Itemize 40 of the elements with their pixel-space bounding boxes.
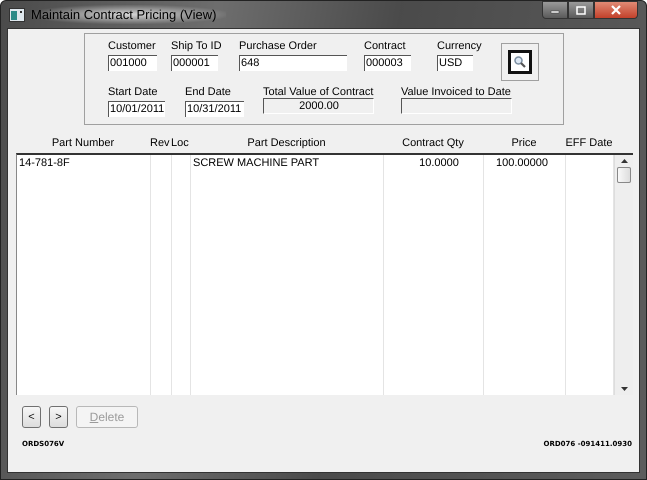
field-label: Contract: [364, 39, 406, 53]
field-label: Purchase Order: [239, 39, 317, 53]
field-label: Ship To ID: [171, 39, 222, 53]
table-cell: SCREW MACHINE PART: [193, 157, 320, 169]
field-label: Currency: [437, 39, 482, 53]
input-field[interactable]: 001000: [108, 55, 157, 71]
field-label: Total Value of Contract: [263, 85, 374, 99]
minimize-button[interactable]: [542, 1, 568, 19]
window-title: Maintain Contract Pricing (View): [31, 5, 226, 24]
close-button[interactable]: [594, 1, 638, 19]
maximize-icon: [576, 6, 586, 14]
search-icon: [513, 55, 527, 69]
previous-button[interactable]: <: [22, 406, 41, 428]
next-button[interactable]: >: [49, 406, 68, 428]
field-label: End Date: [185, 85, 231, 99]
column-header: Loc: [171, 136, 190, 151]
table-cell: 100.00000: [496, 157, 548, 169]
field-label: Start Date: [108, 85, 158, 99]
window-icon: [9, 8, 25, 22]
scroll-thumb[interactable]: [617, 167, 631, 183]
close-icon: [610, 5, 622, 15]
table-cell: 14-781-8F: [19, 157, 70, 169]
input-field[interactable]: 10/01/2011: [108, 101, 165, 117]
column-header: Contract Qty: [401, 136, 465, 151]
field-label: Customer: [108, 39, 156, 53]
column-header: Part Description: [246, 136, 327, 151]
table-cell: 10.0000: [419, 157, 459, 169]
input-field[interactable]: 648: [239, 55, 347, 71]
column-header: Price: [510, 136, 538, 151]
field-label: Value Invoiced to Date: [401, 85, 511, 99]
input-field[interactable]: 000001: [171, 55, 218, 71]
input-field[interactable]: USD: [437, 55, 473, 71]
column-header: EFF Date: [565, 136, 613, 151]
input-field[interactable]: 000003: [364, 55, 411, 71]
maximize-button[interactable]: [568, 1, 594, 19]
column-header: Rev: [150, 136, 171, 151]
search-button[interactable]: [501, 43, 539, 81]
column-header: Part Number: [50, 136, 116, 151]
readonly-field: 2000.00: [263, 98, 374, 114]
input-field[interactable]: 10/31/2011: [185, 101, 244, 117]
